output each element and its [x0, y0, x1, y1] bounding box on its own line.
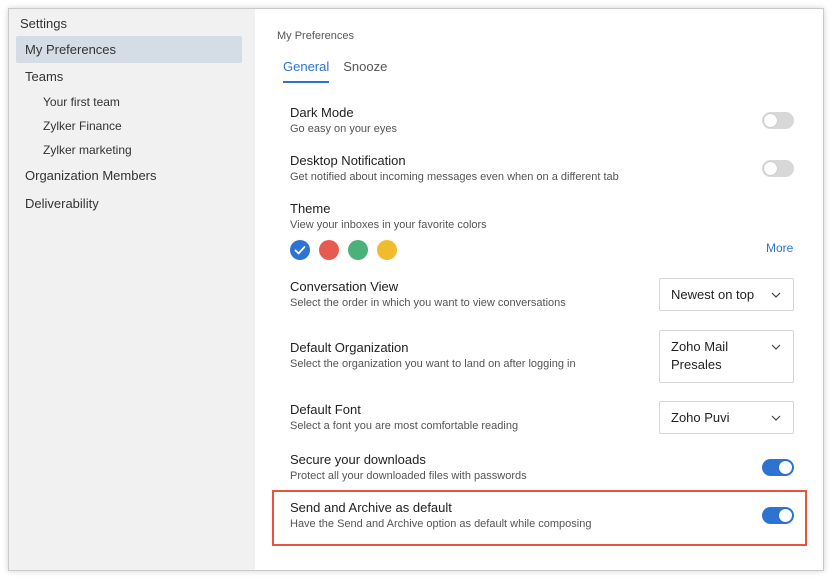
page-title: My Preferences	[277, 30, 355, 42]
sidebar-subitem-zylker-marketing[interactable]: Zylker marketing	[43, 143, 132, 157]
default-organization-select[interactable]: Zoho Mail Presales	[659, 330, 794, 383]
chevron-down-icon	[771, 415, 781, 421]
theme-swatch-green[interactable]	[348, 240, 368, 260]
chevron-down-icon	[771, 292, 781, 298]
sidebar: Settings My Preferences Teams Your first…	[9, 9, 255, 570]
conversation-view-value: Newest on top	[671, 287, 755, 302]
dark-mode-toggle[interactable]	[762, 112, 794, 129]
theme-setting: Theme View your inboxes in your favorite…	[290, 201, 795, 233]
theme-swatch-red[interactable]	[319, 240, 339, 260]
dark-mode-setting: Dark Mode Go easy on your eyes	[290, 105, 795, 137]
desktop-notification-desc: Get notified about incoming messages eve…	[290, 171, 619, 183]
dark-mode-desc: Go easy on your eyes	[290, 123, 398, 135]
desktop-notification-setting: Desktop Notification Get notified about …	[290, 153, 795, 185]
sidebar-item-teams[interactable]: Teams	[16, 63, 242, 90]
tab-general[interactable]: General	[283, 59, 330, 83]
check-icon	[294, 246, 306, 255]
toggle-knob	[764, 162, 777, 175]
sidebar-item-deliverability[interactable]: Deliverability	[16, 190, 242, 217]
theme-swatch-yellow[interactable]	[377, 240, 397, 260]
secure-downloads-setting: Secure your downloads Protect all your d…	[290, 452, 795, 484]
theme-swatch-blue[interactable]	[290, 240, 310, 260]
conversation-view-select[interactable]: Newest on top	[659, 278, 794, 311]
toggle-knob	[779, 461, 792, 474]
desktop-notification-title: Desktop Notification	[290, 153, 406, 168]
default-font-select[interactable]: Zoho Puvi	[659, 401, 794, 434]
theme-title: Theme	[290, 201, 331, 216]
secure-downloads-title: Secure your downloads	[290, 452, 426, 467]
default-font-value: Zoho Puvi	[671, 410, 730, 425]
highlight-box	[272, 490, 807, 546]
tab-bar: General Snooze	[283, 59, 401, 83]
sidebar-subitem-your-first-team[interactable]: Your first team	[43, 95, 120, 109]
settings-window: Settings My Preferences Teams Your first…	[8, 8, 824, 571]
preferences-panel: My Preferences General Snooze Dark Mode …	[255, 9, 823, 570]
theme-desc: View your inboxes in your favorite color…	[290, 219, 487, 231]
sidebar-item-my-preferences[interactable]: My Preferences	[16, 36, 242, 63]
dark-mode-title: Dark Mode	[290, 105, 354, 120]
tab-snooze[interactable]: Snooze	[343, 59, 387, 83]
toggle-knob	[764, 114, 777, 127]
chevron-down-icon	[771, 344, 781, 350]
desktop-notification-toggle[interactable]	[762, 160, 794, 177]
sidebar-title: Settings	[20, 16, 67, 31]
sidebar-subitem-zylker-finance[interactable]: Zylker Finance	[43, 119, 122, 133]
secure-downloads-desc: Protect all your downloaded files with p…	[290, 470, 527, 482]
secure-downloads-toggle[interactable]	[762, 459, 794, 476]
sidebar-item-organization-members[interactable]: Organization Members	[16, 162, 242, 189]
theme-more-link[interactable]: More	[766, 241, 793, 255]
default-organization-value: Zoho Mail Presales	[671, 339, 729, 372]
